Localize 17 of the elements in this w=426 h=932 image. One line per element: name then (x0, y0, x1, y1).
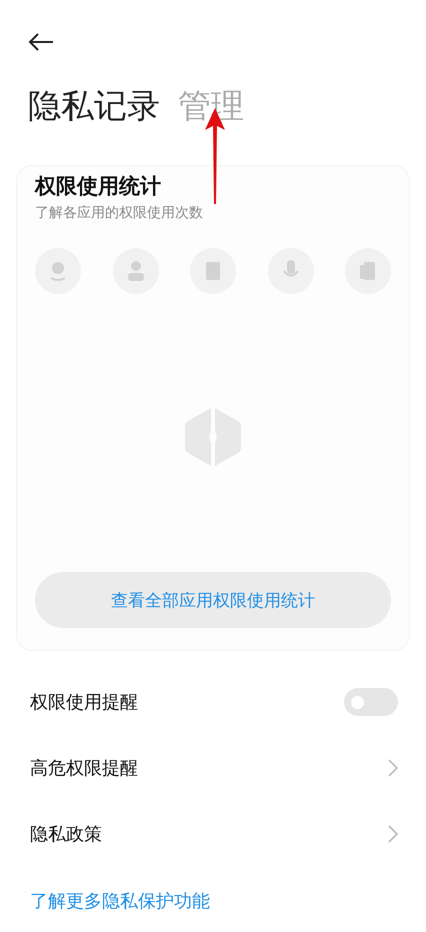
tab[interactable]: 隐私记录 (28, 84, 160, 129)
settings-row[interactable]: 权限使用提醒 (0, 669, 426, 735)
location-icon (35, 248, 81, 294)
toggle-switch[interactable] (344, 688, 398, 716)
settings-label: 隐私政策 (30, 823, 102, 846)
chevron-icon (388, 825, 398, 843)
files-icon (345, 248, 391, 294)
settings-label: 高危权限提醒 (30, 757, 138, 780)
person-icon (112, 248, 158, 294)
card-title: 权限使用统计 (35, 173, 161, 200)
document-icon (190, 248, 236, 294)
settings-row[interactable]: 高危权限提醒 (0, 735, 426, 801)
settings-label: 权限使用提醒 (30, 691, 138, 714)
chevron-icon (388, 759, 398, 777)
card-subtitle: 了解各应用的权限使用次数 (35, 204, 203, 222)
microphone-icon (268, 248, 314, 294)
settings-row[interactable]: 隐私政策 (0, 801, 426, 867)
